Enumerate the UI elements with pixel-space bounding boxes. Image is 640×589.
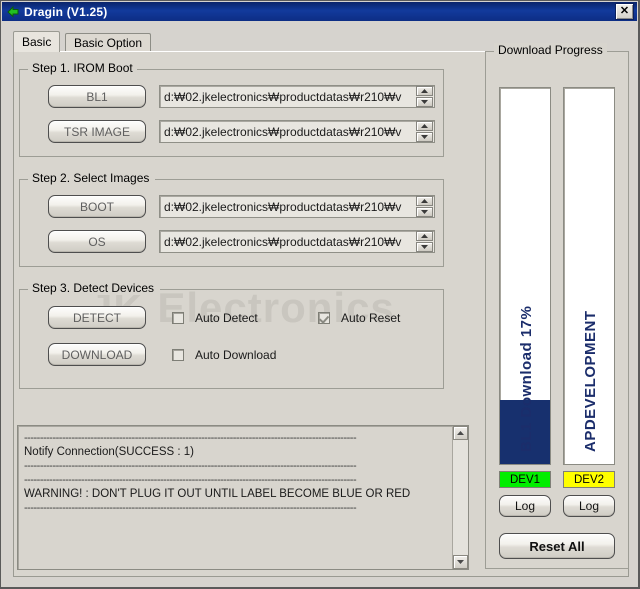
device2-progress-text: APDEVELOPMENT <box>581 310 599 452</box>
bl1-path-field[interactable]: d:₩02.jkelectronics₩productdatas₩r210₩v <box>159 85 435 108</box>
application-window: Dragin (V1.25) ✕ Basic Basic Option JK E… <box>0 0 640 589</box>
tsr-image-spinner[interactable] <box>416 121 433 142</box>
tab-basic[interactable]: Basic <box>13 31 61 52</box>
bl1-path-text: d:₩02.jkelectronics₩productdatas₩r210₩v <box>164 89 402 104</box>
tab-basic-option[interactable]: Basic Option <box>65 33 152 51</box>
log-separator: ----------------------------------------… <box>24 502 357 514</box>
auto-detect-checkbox[interactable] <box>172 312 184 324</box>
tsr-image-path-field[interactable]: d:₩02.jkelectronics₩productdatas₩r210₩v <box>159 120 435 143</box>
title-bar: Dragin (V1.25) ✕ <box>2 2 637 21</box>
spinner-up-icon[interactable] <box>416 231 433 241</box>
auto-download-label: Auto Download <box>195 348 277 362</box>
device1-progress-bar: BL1 Download 17% <box>499 87 551 465</box>
log-separator: ----------------------------------------… <box>24 432 357 444</box>
window-title: Dragin (V1.25) <box>24 4 108 19</box>
spinner-down-icon[interactable] <box>416 132 433 142</box>
download-button[interactable]: DOWNLOAD <box>48 343 146 366</box>
scroll-down-icon[interactable] <box>453 555 468 569</box>
spinner-up-icon[interactable] <box>416 196 433 206</box>
spinner-down-icon[interactable] <box>416 97 433 107</box>
log-line-notify: Notify Connection(SUCCESS : 1) <box>24 446 195 458</box>
os-path-text: d:₩02.jkelectronics₩productdatas₩r210₩v <box>164 234 402 249</box>
device2-column: APDEVELOPMENT <box>563 87 615 465</box>
group-step1-title: Step 1. IROM Boot <box>28 61 137 75</box>
auto-download-checkbox[interactable] <box>172 349 184 361</box>
tsr-image-path-text: d:₩02.jkelectronics₩productdatas₩r210₩v <box>164 124 402 139</box>
device2-log-button[interactable]: Log <box>563 495 615 517</box>
green-arrow-icon <box>6 4 21 19</box>
bl1-button[interactable]: BL1 <box>48 85 146 108</box>
auto-reset-row[interactable]: Auto Reset <box>318 311 400 325</box>
auto-reset-checkbox[interactable] <box>318 312 330 324</box>
steps-container: Step 1. IROM Boot BL1 d:₩02.jkelectronic… <box>19 59 469 414</box>
os-button[interactable]: OS <box>48 230 146 253</box>
tsr-image-button[interactable]: TSR IMAGE <box>48 120 146 143</box>
boot-button[interactable]: BOOT <box>48 195 146 218</box>
spinner-up-icon[interactable] <box>416 121 433 131</box>
spinner-down-icon[interactable] <box>416 242 433 252</box>
log-line-warning: WARNING! : DON'T PLUG IT OUT UNTIL LABEL… <box>24 488 411 500</box>
boot-path-text: d:₩02.jkelectronics₩productdatas₩r210₩v <box>164 199 402 214</box>
device1-column: BL1 Download 17% <box>499 87 551 465</box>
auto-detect-row[interactable]: Auto Detect <box>172 311 258 325</box>
boot-path-field[interactable]: d:₩02.jkelectronics₩productdatas₩r210₩v <box>159 195 435 218</box>
log-separator: ----------------------------------------… <box>24 460 357 472</box>
log-text: ----------------------------------------… <box>18 426 452 569</box>
os-spinner[interactable] <box>416 231 433 252</box>
device2-progress-bar: APDEVELOPMENT <box>563 87 615 465</box>
detect-button[interactable]: DETECT <box>48 306 146 329</box>
close-icon[interactable]: ✕ <box>615 3 634 20</box>
auto-download-row[interactable]: Auto Download <box>172 348 276 362</box>
log-scrollbar[interactable] <box>452 426 468 569</box>
auto-reset-label: Auto Reset <box>341 311 401 325</box>
log-panel[interactable]: ----------------------------------------… <box>17 425 469 570</box>
download-progress-title: Download Progress <box>494 43 607 57</box>
scroll-up-icon[interactable] <box>453 426 468 440</box>
group-step2-title: Step 2. Select Images <box>28 171 154 185</box>
auto-detect-label: Auto Detect <box>195 311 258 325</box>
spinner-up-icon[interactable] <box>416 86 433 96</box>
device2-status-badge: DEV2 <box>563 471 615 488</box>
group-step3: Step 3. Detect Devices DETECT DOWNLOAD A… <box>19 281 444 389</box>
spinner-down-icon[interactable] <box>416 207 433 217</box>
device1-status-badge: DEV1 <box>499 471 551 488</box>
device1-progress-fill <box>500 400 550 464</box>
bl1-spinner[interactable] <box>416 86 433 107</box>
group-step2: Step 2. Select Images BOOT d:₩02.jkelect… <box>19 171 444 267</box>
download-progress-panel: Download Progress BL1 Download 17% DEV1 … <box>485 43 629 569</box>
group-step1: Step 1. IROM Boot BL1 d:₩02.jkelectronic… <box>19 61 444 157</box>
boot-spinner[interactable] <box>416 196 433 217</box>
os-path-field[interactable]: d:₩02.jkelectronics₩productdatas₩r210₩v <box>159 230 435 253</box>
log-separator: ----------------------------------------… <box>24 474 357 486</box>
reset-all-button[interactable]: Reset All <box>499 533 615 559</box>
device1-log-button[interactable]: Log <box>499 495 551 517</box>
group-step3-title: Step 3. Detect Devices <box>28 281 159 295</box>
